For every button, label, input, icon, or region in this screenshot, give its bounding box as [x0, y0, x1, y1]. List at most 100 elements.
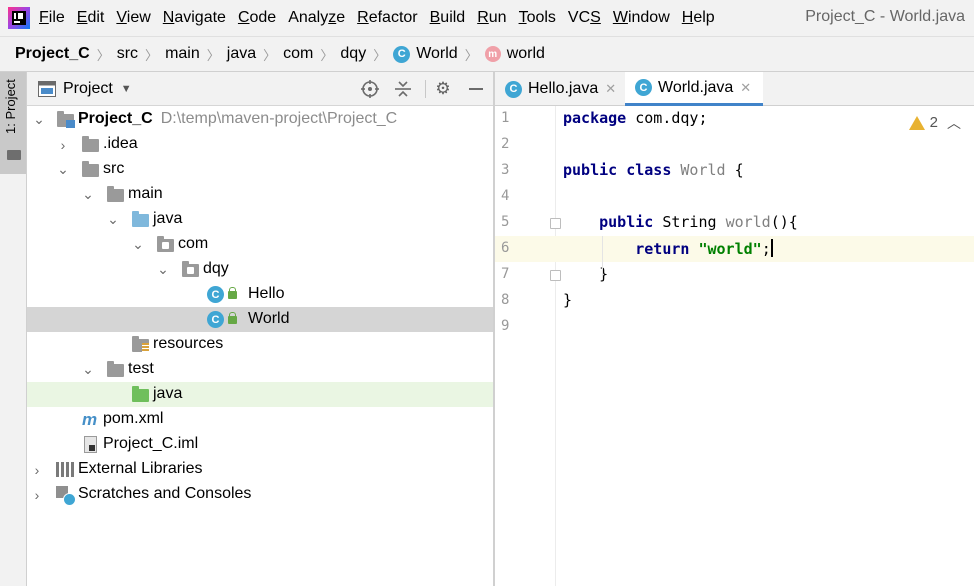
tree-row-pom[interactable]: m pom.xml: [27, 407, 493, 432]
fold-icon[interactable]: [550, 270, 561, 281]
menu-item[interactable]: Edit: [77, 9, 105, 27]
tree-label-test-java: java: [153, 385, 183, 402]
code-text: com.dqy;: [626, 109, 708, 127]
library-icon: [56, 461, 74, 478]
menu-item[interactable]: File: [39, 9, 65, 27]
menu-item[interactable]: Window: [613, 9, 670, 27]
tree-row-com[interactable]: ⌄ com: [27, 232, 493, 257]
breadcrumb-world-method[interactable]: m world: [484, 45, 545, 63]
chevron-down-icon[interactable]: ⌄: [81, 186, 95, 202]
menu-item[interactable]: Run: [477, 9, 506, 27]
breadcrumb-separator-icon: 〉: [206, 47, 220, 63]
code-text: ;: [761, 240, 771, 258]
chevron-down-icon[interactable]: ⌄: [56, 161, 70, 177]
breadcrumb-world-class[interactable]: C World: [393, 45, 458, 63]
tree-row-iml[interactable]: Project_C.iml: [27, 432, 493, 457]
menu-item[interactable]: View: [116, 9, 150, 27]
code-string: "world": [698, 240, 762, 258]
chevron-right-icon[interactable]: ›: [56, 137, 70, 153]
tree-row-hello[interactable]: C Hello: [27, 282, 493, 307]
indent-guide: [602, 236, 603, 278]
menu-items: File Edit View Navigate Code Analyze Refactor B…: [39, 9, 727, 27]
chevron-down-icon[interactable]: ▼: [121, 83, 132, 95]
breadcrumb-main[interactable]: main: [165, 45, 200, 63]
menu-item[interactable]: Build: [430, 9, 466, 27]
tree-row-libraries[interactable]: › External Libraries: [27, 457, 493, 482]
package-icon: [182, 261, 200, 278]
tree-row-idea[interactable]: › .idea: [27, 132, 493, 157]
tree-row-scratches[interactable]: › Scratches and Consoles: [27, 482, 493, 507]
menu-item[interactable]: VCS: [568, 9, 601, 27]
inspection-widget[interactable]: 2: [908, 114, 938, 131]
breadcrumb-java[interactable]: java: [227, 45, 256, 63]
code-editor[interactable]: 1 package com.dqy; 2 3 public class Worl…: [495, 106, 974, 586]
code-line: 5 public String world(){: [495, 210, 974, 236]
project-folder-icon: [57, 111, 75, 128]
gear-icon[interactable]: ⚙: [432, 78, 454, 100]
chevron-down-icon[interactable]: ⌄: [32, 111, 46, 127]
menu-item[interactable]: Analyze: [288, 9, 345, 27]
tab-hello-java[interactable]: C Hello.java ✕: [495, 72, 625, 106]
breadcrumb-project[interactable]: Project_C: [15, 45, 90, 63]
tree-label-idea: .idea: [103, 135, 138, 152]
tree-label-resources: resources: [153, 335, 224, 352]
tree-row-world[interactable]: C World: [27, 307, 493, 332]
code-text: {: [725, 161, 744, 179]
source-folder-icon: [132, 211, 150, 228]
project-tool-window-tab[interactable]: 1: Project: [0, 72, 26, 174]
line-number: 9: [501, 318, 510, 334]
fold-icon[interactable]: [550, 218, 561, 229]
chevron-down-icon[interactable]: ⌄: [81, 361, 95, 377]
tree-row-main-java[interactable]: ⌄ java: [27, 207, 493, 232]
chevron-down-icon[interactable]: ⌄: [106, 211, 120, 227]
folder-icon: [107, 186, 125, 203]
tree-row-src[interactable]: ⌄ src: [27, 157, 493, 182]
code-keyword: public: [563, 161, 618, 179]
tree-label-world: World: [248, 310, 290, 327]
code-type: String: [653, 213, 726, 231]
tree-label-project-root: Project_C D:\temp\maven-project\Project_C: [78, 110, 398, 127]
breadcrumb-com[interactable]: com: [283, 45, 313, 63]
locate-icon[interactable]: [359, 78, 381, 100]
folder-icon: [82, 136, 100, 153]
tab-world-java-label: World.java: [658, 78, 734, 96]
text-caret: [770, 239, 773, 257]
intellij-logo-icon: [8, 7, 30, 29]
tree-label-pom: pom.xml: [103, 410, 164, 427]
window-title: Project_C - World.java: [805, 8, 965, 25]
warning-icon: [908, 115, 925, 130]
chevron-down-icon[interactable]: ⌄: [156, 261, 170, 277]
folder-icon: [7, 150, 21, 160]
collapse-all-icon[interactable]: [392, 78, 414, 100]
close-icon[interactable]: ✕: [605, 81, 616, 97]
tab-world-java[interactable]: C World.java ✕: [625, 72, 763, 106]
tree-row-project-root[interactable]: ⌄ Project_C D:\temp\maven-project\Project…: [27, 107, 493, 132]
tree-row-dqy[interactable]: ⌄ dqy: [27, 257, 493, 282]
tree-label-main: main: [128, 185, 163, 202]
tree-row-main[interactable]: ⌄ main: [27, 182, 493, 207]
tree-label-test: test: [128, 360, 154, 377]
menu-item[interactable]: Refactor: [357, 9, 417, 27]
chevron-right-icon[interactable]: ›: [30, 487, 44, 503]
project-view-selector[interactable]: Project ▼: [38, 80, 132, 98]
breadcrumb-dqy[interactable]: dqy: [340, 45, 366, 63]
chevron-right-icon[interactable]: ›: [30, 462, 44, 478]
menu-item[interactable]: Code: [238, 9, 276, 27]
menu-item[interactable]: Navigate: [163, 9, 226, 27]
menu-item[interactable]: Help: [682, 9, 715, 27]
close-icon[interactable]: ✕: [740, 80, 751, 96]
line-number: 1: [501, 110, 510, 126]
maven-icon: m: [82, 410, 98, 429]
breadcrumb-src[interactable]: src: [117, 45, 138, 63]
toolbar-divider: [425, 80, 426, 98]
warning-count: 2: [929, 114, 938, 131]
menu-item[interactable]: Tools: [519, 9, 556, 27]
lock-icon: [228, 312, 237, 324]
minimize-icon[interactable]: [465, 78, 487, 100]
chevron-up-icon[interactable]: ︿: [947, 113, 961, 133]
tree-row-test-java[interactable]: java: [27, 382, 493, 407]
tree-row-test[interactable]: ⌄ test: [27, 357, 493, 382]
breadcrumb-world-method-label: world: [506, 45, 545, 62]
chevron-down-icon[interactable]: ⌄: [131, 236, 145, 252]
tree-row-resources[interactable]: resources: [27, 332, 493, 357]
